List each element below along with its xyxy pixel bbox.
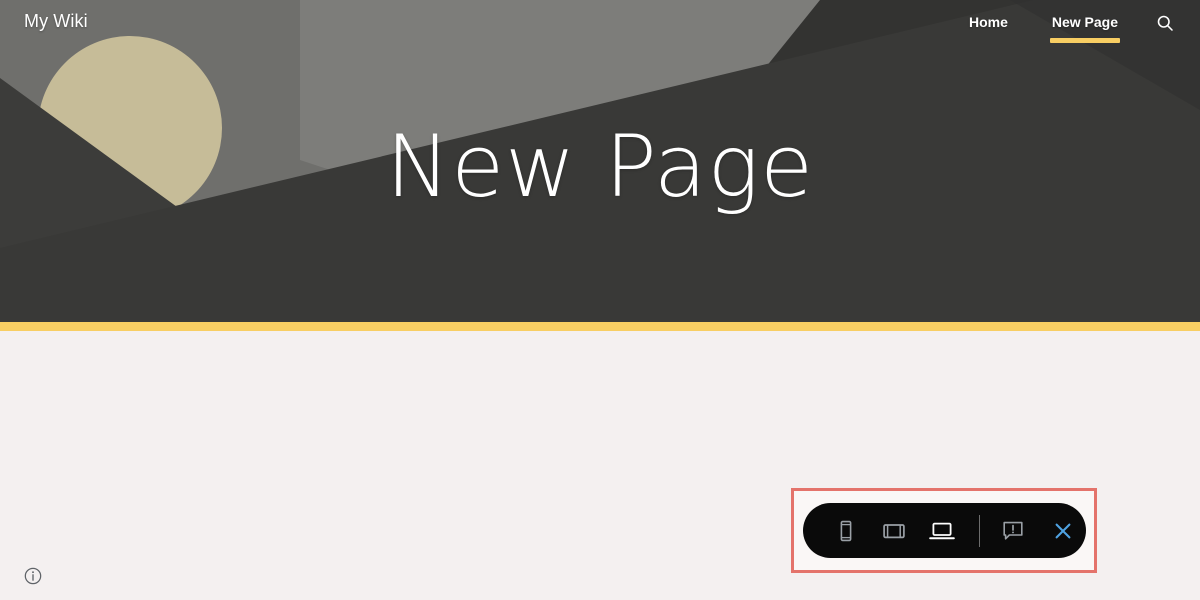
- info-circle-icon: [24, 567, 42, 585]
- nav-active-underline: [1049, 38, 1120, 43]
- page-title: New Page: [385, 117, 815, 217]
- site-title[interactable]: My Wiki: [24, 11, 88, 32]
- close-preview-button[interactable]: [1040, 508, 1086, 554]
- nav-item-home-label: Home: [968, 14, 1008, 30]
- phone-preview-button[interactable]: [823, 508, 869, 554]
- nav-links: Home New Page: [947, 12, 1182, 43]
- info-button[interactable]: [22, 565, 44, 587]
- feedback-button[interactable]: [990, 508, 1036, 554]
- laptop-icon: [929, 522, 955, 539]
- feedback-icon: [1003, 521, 1023, 540]
- nav-item-new-page[interactable]: New Page: [1030, 12, 1140, 43]
- nav-item-home[interactable]: Home: [947, 12, 1030, 32]
- search-icon: [1157, 15, 1173, 31]
- close-icon: [1055, 523, 1071, 538]
- device-preview-toolbar: [803, 503, 1086, 558]
- phone-icon: [840, 520, 852, 541]
- tablet-icon: [883, 523, 905, 538]
- search-button[interactable]: [1154, 12, 1176, 34]
- tablet-preview-button[interactable]: [871, 508, 917, 554]
- accent-divider-strip: [0, 322, 1200, 331]
- nav-item-new-page-label: New Page: [1051, 14, 1118, 30]
- laptop-preview-button[interactable]: [919, 508, 965, 554]
- toolbar-divider: [979, 514, 980, 547]
